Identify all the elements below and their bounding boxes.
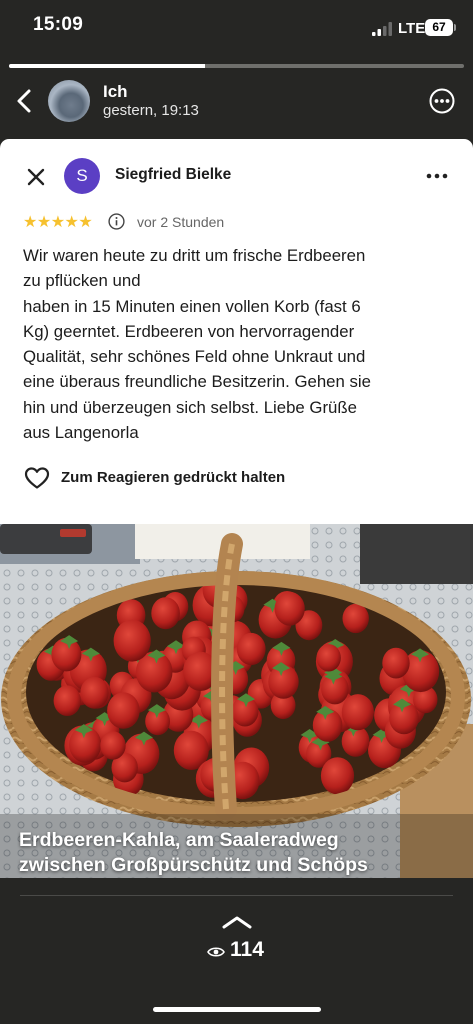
strawberry — [80, 676, 109, 709]
battery-tip — [454, 24, 456, 31]
story-progress-bar — [9, 64, 464, 68]
info-icon[interactable] — [108, 213, 125, 230]
strawberry — [341, 694, 374, 731]
chevron-up-icon[interactable] — [221, 914, 253, 930]
view-count[interactable]: 114 — [230, 938, 264, 962]
author-name[interactable]: Siegfried Bielke — [115, 166, 231, 184]
heart-icon[interactable] — [24, 466, 50, 490]
author-avatar[interactable]: S — [64, 158, 100, 194]
review-timestamp: vor 2 Stunden — [137, 214, 225, 230]
strawberry-basket-photo — [0, 524, 473, 878]
strawberry — [236, 632, 266, 666]
strawberry — [342, 603, 369, 634]
strawberry — [382, 647, 410, 679]
more-icon[interactable] — [429, 88, 455, 114]
story-progress-fill — [9, 64, 205, 68]
home-indicator — [153, 1007, 321, 1012]
strawberry — [53, 685, 81, 716]
footer-divider — [20, 895, 453, 896]
strawberry — [107, 692, 140, 729]
close-icon[interactable] — [25, 166, 47, 188]
signal-icon — [372, 22, 392, 36]
strawberry — [320, 757, 355, 795]
react-hint[interactable]: Zum Reagieren gedrückt halten — [61, 469, 285, 486]
battery-indicator: 67 — [425, 19, 453, 36]
eye-icon — [207, 947, 225, 957]
strawberry — [274, 591, 305, 626]
status-time: 15:09 — [33, 14, 84, 35]
photo-caption: Erdbeeren-Kahla, am Saaleradweg zwischen… — [19, 829, 368, 876]
back-chevron-icon[interactable] — [14, 88, 36, 114]
rating-stars: ★★★★★ — [23, 214, 93, 231]
strawberry — [100, 731, 126, 760]
card-more-icon[interactable] — [426, 170, 448, 182]
story-timestamp: gestern, 19:13 — [103, 102, 199, 119]
story-owner-name: Ich — [103, 82, 128, 101]
strawberry — [316, 644, 341, 672]
strawberry — [151, 597, 180, 630]
strawberry — [113, 619, 151, 662]
avatar[interactable] — [48, 80, 90, 122]
network-label: LTE — [398, 20, 426, 37]
review-text: Wir waren heute zu dritt um frische Erdb… — [23, 246, 371, 443]
